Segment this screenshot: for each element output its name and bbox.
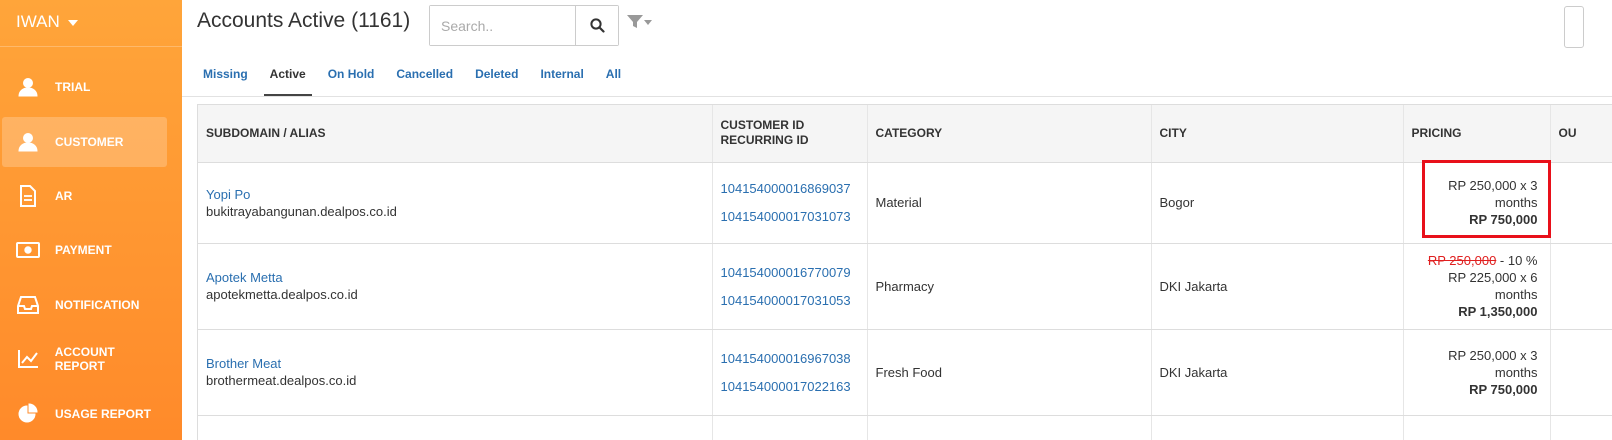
tab-all[interactable]: All	[600, 55, 627, 96]
pie-chart-icon	[16, 403, 40, 425]
line-chart-icon	[16, 348, 40, 370]
pricing-total: RP 750,000	[1469, 381, 1538, 397]
person-icon	[16, 131, 40, 153]
customer-id-link[interactable]: 104154000016869037	[721, 180, 859, 197]
extra-cell	[1550, 243, 1612, 330]
recurring-id-link[interactable]: 104154000017031053	[721, 292, 859, 309]
column-header-recurring-id: RECURRING ID	[720, 133, 809, 148]
tab-deleted[interactable]: Deleted	[469, 55, 524, 96]
tab-active[interactable]: Active	[263, 55, 312, 96]
sidebar-item-label: AR	[55, 189, 73, 203]
account-domain: apotekmetta.dealpos.co.id	[206, 287, 358, 302]
sidebar-item-account-report[interactable]: ACCOUNT REPORT	[2, 334, 167, 384]
search-input[interactable]	[430, 6, 575, 45]
table-row: Yopi Po bukitrayabangunan.dealpos.co.id …	[198, 162, 1612, 244]
pricing-cell: RP 250,000 x 3 months RP 750,000	[1403, 329, 1551, 416]
table-row: Apotek Metta apotekmetta.dealpos.co.id 1…	[198, 243, 1612, 330]
cash-icon	[16, 239, 40, 261]
pricing-cell: RP 250,000 - 10 % RP 225,000 x 6 months …	[1403, 243, 1551, 330]
pricing-line: RP 225,000 x 6	[1448, 270, 1538, 285]
pricing-discount-line: RP 250,000 - 10 %	[1412, 252, 1538, 269]
account-domain: brothermeat.dealpos.co.id	[206, 373, 357, 388]
sidebar-item-label: PAYMENT	[55, 243, 112, 257]
page-title: Accounts Active (1161)	[197, 9, 411, 32]
sidebar-item-label: NOTIFICATION	[55, 298, 140, 312]
table-header-row: SUBDOMAIN / ALIAS CUSTOMER ID RECURRING …	[198, 105, 1612, 163]
customer-id-link[interactable]: 104154000016967038	[721, 350, 859, 367]
pricing-total: RP 750,000	[1469, 212, 1538, 227]
pricing-period: months	[1494, 195, 1538, 210]
status-tabs: Missing Active On Hold Cancelled Deleted…	[197, 55, 637, 96]
column-header-pricing[interactable]: PRICING	[1403, 105, 1551, 163]
city-cell: DKI Jakarta	[1151, 243, 1404, 330]
column-header-customer-id: CUSTOMER ID	[720, 118, 805, 133]
column-header-extra[interactable]: OU	[1550, 105, 1612, 163]
sidebar-item-notification[interactable]: NOTIFICATION	[2, 280, 167, 330]
user-name: IWAN	[16, 12, 60, 31]
search-button[interactable]	[575, 6, 618, 45]
sidebar-item-label: CUSTOMER	[55, 135, 124, 149]
sidebar-item-payment[interactable]: PAYMENT	[2, 225, 167, 275]
city-cell: Bogor	[1151, 162, 1404, 244]
search-icon	[589, 18, 605, 33]
pricing-period: months	[1494, 287, 1538, 302]
column-header-category[interactable]: CATEGORY	[867, 105, 1152, 163]
extra-cell	[1550, 329, 1612, 416]
tab-internal[interactable]: Internal	[534, 55, 589, 96]
search-box	[429, 5, 619, 46]
user-menu[interactable]: IWAN	[16, 12, 78, 32]
sidebar-item-ar[interactable]: AR	[2, 171, 167, 221]
column-header-ids[interactable]: CUSTOMER ID RECURRING ID	[712, 105, 868, 163]
sidebar-item-usage-report[interactable]: USAGE REPORT	[2, 389, 167, 439]
city-cell: DKI Jakarta	[1151, 329, 1404, 416]
caret-down-icon	[644, 19, 652, 25]
column-header-city[interactable]: CITY	[1151, 105, 1404, 163]
sidebar: IWAN TRIAL CUSTOMER AR PAYMENT NOTIFICAT…	[0, 0, 182, 440]
filter-button[interactable]	[627, 15, 652, 29]
table-row: Brother Meat brothermeat.dealpos.co.id 1…	[198, 329, 1612, 416]
filter-icon	[627, 15, 643, 28]
extra-cell	[1550, 162, 1612, 244]
tab-on-hold[interactable]: On Hold	[322, 55, 381, 96]
account-domain: bukitrayabangunan.dealpos.co.id	[206, 203, 397, 219]
pricing-line: RP 250,000 x 3	[1448, 347, 1538, 363]
sidebar-item-customer[interactable]: CUSTOMER	[2, 117, 167, 167]
customer-id-link[interactable]: 104154000016770079	[721, 264, 859, 281]
accounts-table: SUBDOMAIN / ALIAS CUSTOMER ID RECURRING …	[197, 104, 1612, 440]
sidebar-item-label: ACCOUNT REPORT	[54, 345, 115, 373]
account-name-link[interactable]: Brother Meat	[206, 355, 704, 372]
pricing-line: RP 250,000 x 3	[1448, 178, 1538, 193]
caret-down-icon	[67, 20, 78, 26]
tabs-divider	[182, 96, 1612, 97]
pricing-total: RP 1,350,000	[1458, 304, 1538, 319]
document-icon	[16, 185, 40, 207]
account-name-link[interactable]: Apotek Metta	[206, 269, 704, 286]
category-cell: Material	[867, 162, 1152, 244]
person-icon	[16, 76, 40, 98]
pricing-cell: RP 250,000 x 3 months RP 750,000	[1403, 162, 1551, 244]
pricing-original: RP 250,000	[1427, 253, 1497, 268]
sidebar-divider	[0, 46, 182, 47]
pricing-period: months	[1494, 364, 1538, 380]
sidebar-item-trial[interactable]: TRIAL	[2, 62, 167, 112]
inbox-icon	[16, 294, 40, 316]
tab-missing[interactable]: Missing	[197, 55, 254, 96]
header-action-button[interactable]	[1564, 6, 1584, 48]
tab-cancelled[interactable]: Cancelled	[390, 55, 459, 96]
account-name-link[interactable]: Yopi Po	[206, 186, 704, 203]
category-cell: Pharmacy	[867, 243, 1152, 330]
column-header-subdomain[interactable]: SUBDOMAIN / ALIAS	[198, 105, 713, 163]
recurring-id-link[interactable]: 104154000017031073	[721, 208, 859, 225]
table-row	[198, 415, 1612, 440]
sidebar-item-label: USAGE REPORT	[55, 407, 152, 421]
pricing-discount: - 10 %	[1496, 253, 1538, 268]
category-cell: Fresh Food	[867, 329, 1152, 416]
recurring-id-link[interactable]: 104154000017022163	[721, 378, 859, 395]
sidebar-item-label: TRIAL	[55, 80, 91, 94]
